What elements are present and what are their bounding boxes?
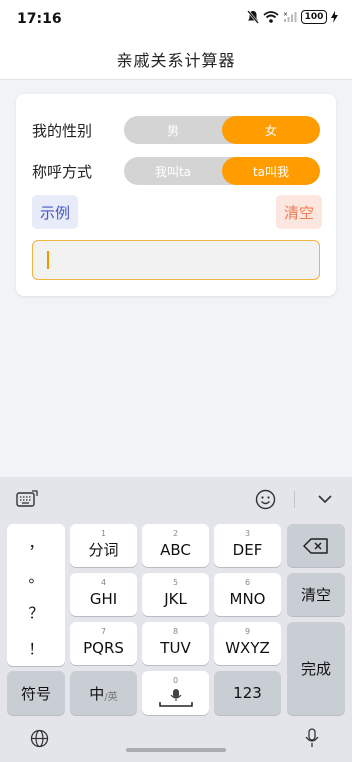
key-7-pqrs[interactable]: 7 PQRS	[70, 622, 137, 665]
lang-key-sub: /英	[104, 691, 118, 703]
key-label: GHI	[89, 589, 118, 608]
gender-label: 我的性别	[32, 122, 93, 140]
key-8-tuv[interactable]: 8 TUV	[142, 622, 209, 665]
keyboard-clear-label: 清空	[300, 586, 331, 604]
wifi-icon	[263, 11, 279, 23]
enter-key[interactable]: 完成	[287, 622, 345, 715]
key-label: JKL	[164, 589, 187, 608]
key-num: 8	[172, 627, 179, 636]
keyboard-settings-icon[interactable]	[16, 490, 38, 508]
gender-option-male[interactable]: 男	[124, 116, 222, 144]
punct-comma[interactable]: ，	[7, 532, 65, 553]
key-num: 4	[100, 578, 107, 587]
key-9-wxyz[interactable]: 9 WXYZ	[214, 622, 281, 665]
punctuation-column[interactable]: ， 。 ？ ！	[7, 524, 65, 666]
app-title-bar: 亲戚关系计算器	[0, 38, 352, 80]
battery-icon: 100	[301, 10, 327, 24]
keyboard-toolbar	[0, 477, 352, 521]
text-caret	[47, 251, 49, 269]
key-3-def[interactable]: 3 DEF	[214, 524, 281, 567]
language-switch-key[interactable]: 中/英	[70, 671, 137, 715]
example-button[interactable]: 示例	[32, 195, 78, 229]
key-label: MNO	[229, 589, 266, 608]
key-label: 分词	[88, 541, 119, 559]
key-num: 2	[172, 529, 179, 538]
number-key-label: 123	[233, 684, 262, 702]
address-option-ta-calls-me[interactable]: ta叫我	[222, 157, 320, 185]
svg-text:×: ×	[283, 11, 288, 18]
space-key-num: 0	[172, 676, 179, 685]
symbol-key-label: 符号	[20, 684, 51, 703]
gender-option-female[interactable]: 女	[222, 116, 320, 144]
clear-button[interactable]: 清空	[276, 195, 322, 229]
key-label: TUV	[160, 638, 191, 657]
key-label: WXYZ	[225, 638, 270, 657]
key-1-fenci[interactable]: 1 分词	[70, 524, 137, 567]
relation-input[interactable]	[32, 240, 320, 280]
key-num: 5	[172, 578, 179, 587]
address-option-i-call-ta[interactable]: 我叫ta	[124, 157, 222, 185]
enter-key-label: 完成	[300, 660, 331, 678]
no-disturb-icon	[247, 10, 259, 24]
signal-icon: ×	[283, 11, 297, 22]
gender-toggle: 男 女	[124, 116, 320, 144]
symbol-key[interactable]: 符号	[7, 671, 65, 715]
punct-question[interactable]: ？	[7, 602, 65, 623]
space-key[interactable]: 0	[142, 671, 209, 715]
key-label: PQRS	[83, 638, 124, 657]
key-2-abc[interactable]: 2 ABC	[142, 524, 209, 567]
key-num: 6	[244, 578, 251, 587]
lang-key-main: 中	[89, 684, 105, 703]
status-icons: × 100	[247, 10, 338, 24]
key-4-ghi[interactable]: 4 GHI	[70, 573, 137, 616]
key-num: 1	[100, 529, 107, 538]
voice-input-icon[interactable]	[305, 728, 319, 748]
calculator-card: 我的性别 男 女 称呼方式 我叫ta ta叫我 示例 清空	[16, 94, 336, 296]
space-mic-icon	[158, 689, 193, 707]
home-indicator[interactable]	[126, 748, 226, 752]
punct-exclaim[interactable]: ！	[7, 638, 65, 659]
key-6-mno[interactable]: 6 MNO	[214, 573, 281, 616]
emoji-icon[interactable]	[255, 489, 276, 510]
key-num: 9	[244, 627, 251, 636]
number-key[interactable]: 123	[214, 671, 281, 715]
key-5-jkl[interactable]: 5 JKL	[142, 573, 209, 616]
globe-icon[interactable]	[30, 729, 49, 748]
page-title: 亲戚关系计算器	[116, 50, 236, 70]
keyboard-clear-key[interactable]: 清空	[287, 573, 345, 616]
status-time: 17:16	[17, 11, 62, 27]
status-bar: 17:16 × 100	[0, 0, 352, 38]
address-mode-toggle: 我叫ta ta叫我	[124, 157, 320, 185]
backspace-icon	[303, 537, 328, 554]
key-label: DEF	[232, 540, 263, 559]
punct-period[interactable]: 。	[7, 566, 65, 587]
collapse-icon[interactable]	[318, 494, 332, 504]
key-label: ABC	[160, 540, 191, 559]
key-num: 3	[244, 529, 251, 538]
key-num: 7	[100, 627, 107, 636]
backspace-key[interactable]	[287, 524, 345, 567]
charging-icon	[331, 11, 338, 23]
address-mode-label: 称呼方式	[32, 163, 93, 181]
toolbar-divider	[294, 491, 295, 508]
